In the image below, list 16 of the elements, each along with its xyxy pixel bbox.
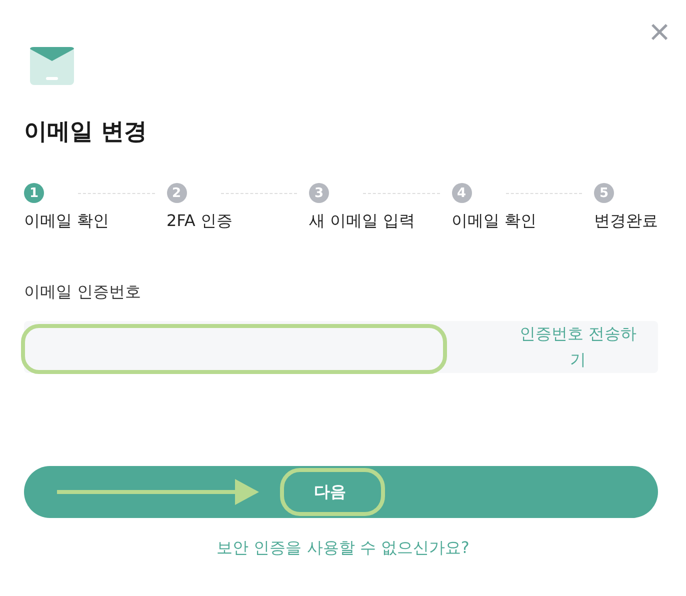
step-number: 5 — [594, 183, 614, 203]
step-number: 1 — [24, 183, 44, 203]
help-link[interactable]: 보안 인증을 사용할 수 없으신가요? — [0, 538, 686, 559]
close-button[interactable]: × — [648, 14, 670, 50]
step-label: 2FA 인증 — [166, 211, 234, 232]
next-button[interactable]: 다음 — [24, 466, 658, 518]
field-label: 이메일 인증번호 — [24, 282, 142, 303]
step-label: 이메일 확인 — [452, 211, 538, 232]
step-label: 변경완료 — [594, 211, 658, 232]
step-label: 이메일 확인 — [24, 211, 110, 232]
step-label: 새 이메일 입력 — [309, 211, 416, 232]
step-number: 3 — [309, 183, 329, 203]
dialog-title: 이메일 변경 — [24, 118, 148, 147]
step-number: 4 — [452, 183, 472, 203]
step-number: 2 — [166, 183, 186, 203]
envelope-icon — [30, 47, 74, 85]
